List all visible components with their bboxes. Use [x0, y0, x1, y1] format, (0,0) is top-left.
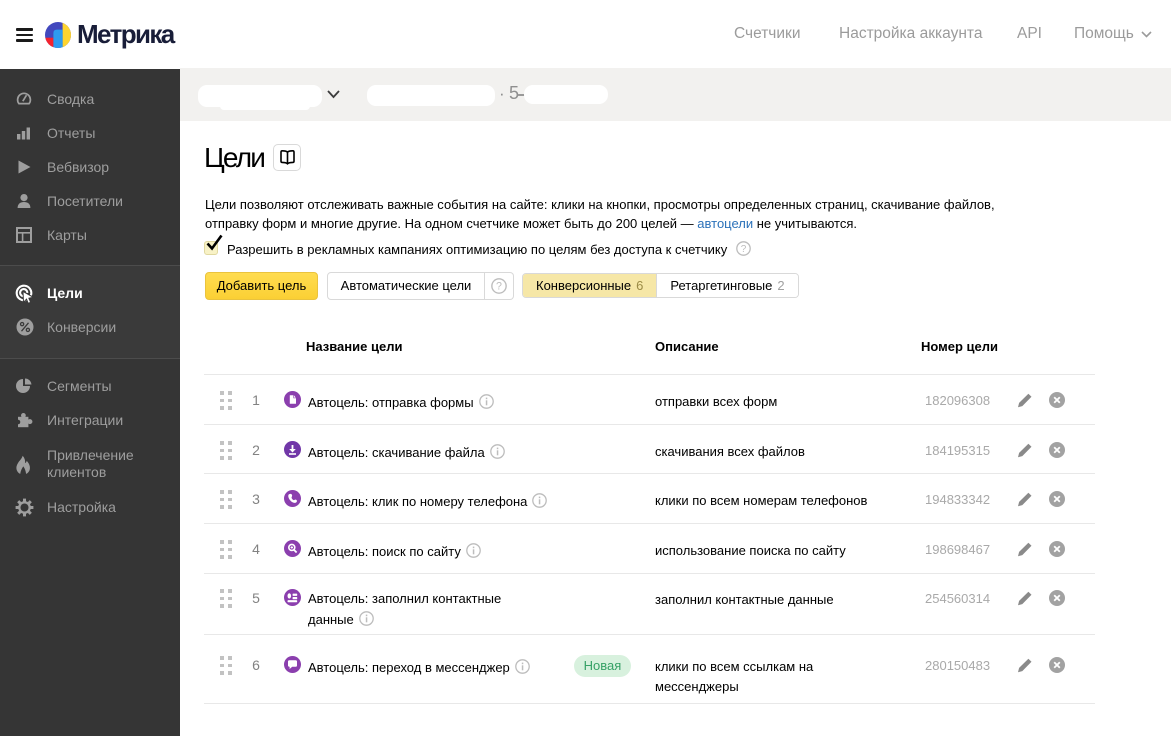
svg-text:?: ?: [496, 281, 502, 293]
svg-text:?: ?: [741, 244, 747, 255]
